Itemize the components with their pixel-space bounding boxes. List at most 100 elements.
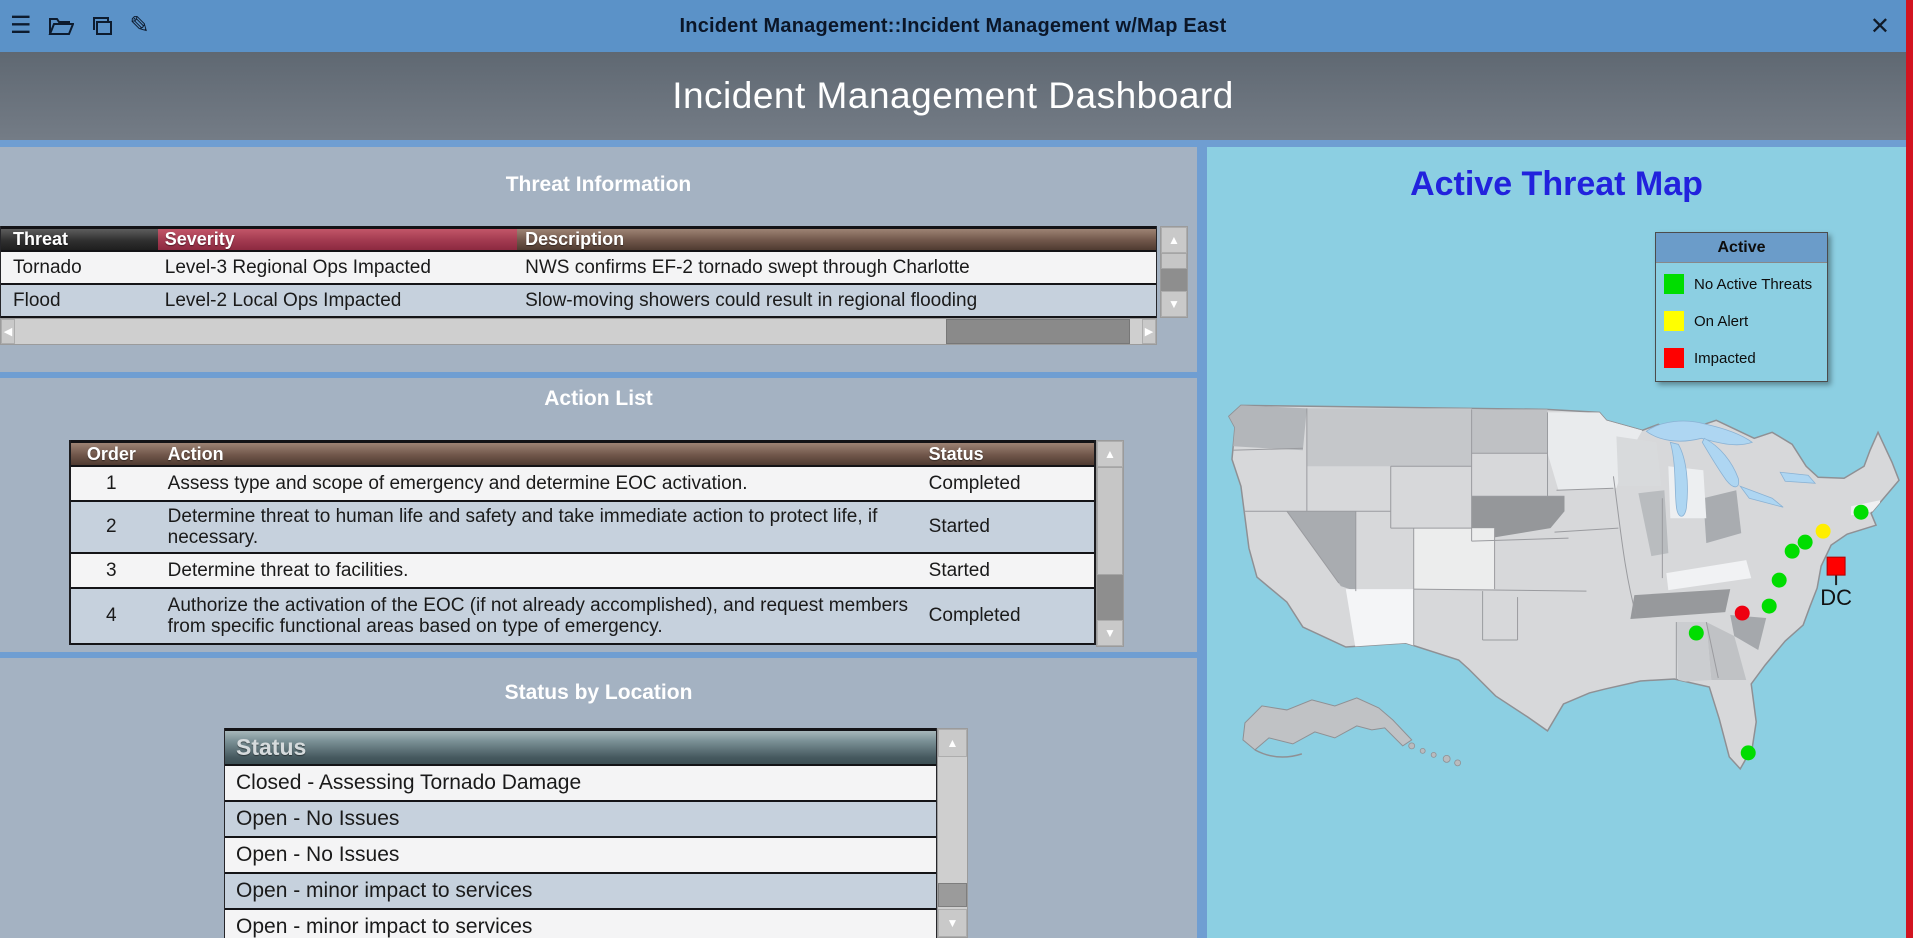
cell-status: Completed (918, 589, 1094, 643)
cell-threat: Tornado (1, 252, 158, 283)
scroll-down-icon[interactable]: ▼ (1097, 620, 1123, 646)
scroll-track[interactable] (15, 319, 1142, 344)
scroll-up-icon[interactable]: ▲ (1161, 227, 1187, 253)
table-row[interactable]: Tornado Level-3 Regional Ops Impacted NW… (1, 252, 1156, 285)
alaska (1242, 697, 1413, 751)
threat-table-vscrollbar[interactable]: ▲ ▼ (1160, 226, 1188, 318)
impacted-swatch-icon (1664, 348, 1684, 368)
map-marker-no-active-threats (1784, 543, 1800, 559)
scroll-thumb[interactable] (946, 319, 1130, 344)
scroll-right-icon[interactable]: ▶ (1142, 319, 1156, 344)
scroll-track[interactable] (1161, 253, 1187, 291)
threat-information-title: Threat Information (505, 173, 692, 196)
cell-severity: Level-3 Regional Ops Impacted (157, 252, 518, 283)
table-row[interactable]: 2 Determine threat to human life and saf… (71, 502, 1094, 554)
map-marker-no-active-threats (1740, 745, 1756, 761)
threat-table-hscrollbar[interactable]: ◀ ▶ (0, 318, 1157, 345)
scroll-down-icon[interactable]: ▼ (1161, 291, 1187, 317)
dc-marker: DC (1820, 556, 1852, 610)
status-table-vscrollbar[interactable]: ▲ ▼ (937, 728, 968, 938)
scroll-track[interactable] (938, 757, 967, 909)
scroll-thumb[interactable] (1161, 253, 1187, 269)
cell-status: Completed (918, 467, 1094, 500)
column-header-status[interactable]: Status (918, 443, 1094, 465)
table-row[interactable]: 4 Authorize the activation of the EOC (i… (71, 589, 1094, 645)
map-title: Active Threat Map (1410, 165, 1703, 203)
cell-status: Open - minor impact to services (225, 910, 936, 938)
column-header-severity[interactable]: Severity (157, 229, 518, 250)
column-header-threat[interactable]: Threat (1, 229, 158, 250)
cell-severity: Level-2 Local Ops Impacted (157, 285, 518, 316)
legend-item: Impacted (1664, 348, 1819, 368)
status-by-location-title: Status by Location (504, 681, 693, 704)
cell-action: Determine threat to facilities. (151, 554, 919, 587)
active-threat-map-panel: Active Threat Map Active No Active Threa… (1207, 147, 1906, 938)
window-title: Incident Management::Incident Management… (679, 14, 1227, 37)
map-marker-no-active-threats (1853, 504, 1869, 520)
map-marker-impacted (1734, 605, 1750, 621)
action-table-vscrollbar[interactable]: ▲ ▼ (1096, 440, 1124, 647)
legend-item: On Alert (1664, 311, 1819, 331)
east-edge-indicator (1906, 0, 1913, 938)
dashboard-header: Incident Management Dashboard (0, 52, 1906, 140)
close-icon[interactable]: ✕ (1870, 0, 1890, 52)
cell-description: NWS confirms EF-2 tornado swept through … (517, 252, 1156, 283)
column-header-description[interactable]: Description (517, 229, 1156, 250)
action-table: Order Action Status 1 Assess type and sc… (69, 440, 1096, 645)
aleutian-islands (1254, 749, 1303, 758)
us-threat-map: DC (1228, 404, 1900, 771)
title-bar: ☰ ✎ Incident Management::Incident Manage… (0, 0, 1906, 52)
map-marker-no-active-threats (1688, 625, 1704, 641)
cell-action: Assess type and scope of emergency and d… (151, 467, 919, 500)
action-list-panel: Action List Order Action Status 1 Assess… (0, 378, 1197, 652)
cell-action: Authorize the activation of the EOC (if … (151, 589, 919, 643)
table-row[interactable]: Open - minor impact to services (225, 874, 936, 910)
table-row[interactable]: Flood Level-2 Local Ops Impacted Slow-mo… (1, 285, 1156, 318)
cell-status: Started (918, 554, 1094, 587)
cell-status: Open - No Issues (225, 802, 936, 836)
hawaii (1408, 742, 1462, 767)
column-header-status[interactable]: Status (225, 731, 936, 764)
status-table-header: Status (225, 728, 936, 766)
cell-status: Open - No Issues (225, 838, 936, 872)
status-by-location-panel: Status by Location Status Closed - Asses… (0, 658, 1197, 938)
status-location-table: Status Closed - Assessing Tornado Damage… (224, 728, 937, 938)
cell-threat: Flood (1, 285, 158, 316)
table-row[interactable]: Open - minor impact to services (225, 910, 936, 938)
map-marker-no-active-threats (1797, 534, 1813, 550)
cell-status: Closed - Assessing Tornado Damage (225, 766, 936, 800)
cell-order: 4 (71, 589, 152, 643)
cell-status: Open - minor impact to services (225, 874, 936, 908)
threat-table: Threat Severity Description Tornado Leve… (0, 226, 1157, 318)
legend-label: No Active Threats (1694, 275, 1813, 293)
table-row[interactable]: Closed - Assessing Tornado Damage (225, 766, 936, 802)
map-legend: Active No Active Threats On Alert Impact… (1655, 232, 1828, 382)
scroll-thumb[interactable] (938, 883, 967, 907)
cell-order: 3 (71, 554, 152, 587)
scroll-left-icon[interactable]: ◀ (1, 319, 15, 344)
table-row[interactable]: 1 Assess type and scope of emergency and… (71, 467, 1094, 502)
no-active-threats-swatch-icon (1664, 274, 1684, 294)
action-list-title: Action List (544, 387, 653, 410)
table-row[interactable]: Open - No Issues (225, 802, 936, 838)
scroll-thumb[interactable] (1097, 467, 1123, 575)
column-header-action[interactable]: Action (151, 443, 919, 465)
cell-order: 2 (71, 502, 152, 552)
legend-title: Active (1656, 233, 1827, 263)
scroll-track[interactable] (1097, 467, 1123, 620)
on-alert-swatch-icon (1664, 311, 1684, 331)
scroll-down-icon[interactable]: ▼ (938, 909, 967, 937)
table-row[interactable]: 3 Determine threat to facilities. Starte… (71, 554, 1094, 589)
scroll-up-icon[interactable]: ▲ (938, 729, 967, 757)
map-marker-no-active-threats (1771, 572, 1787, 588)
column-header-order[interactable]: Order (71, 443, 152, 465)
legend-item: No Active Threats (1664, 274, 1819, 294)
cell-status: Started (918, 502, 1094, 552)
dc-label: DC (1820, 585, 1852, 610)
table-row[interactable]: Open - No Issues (225, 838, 936, 874)
scroll-up-icon[interactable]: ▲ (1097, 441, 1123, 467)
cell-description: Slow-moving showers could result in regi… (517, 285, 1156, 316)
cell-action: Determine threat to human life and safet… (151, 502, 919, 552)
threat-table-header: Threat Severity Description (1, 226, 1156, 252)
threat-information-panel: Threat Information Threat Severity Descr… (0, 147, 1197, 372)
